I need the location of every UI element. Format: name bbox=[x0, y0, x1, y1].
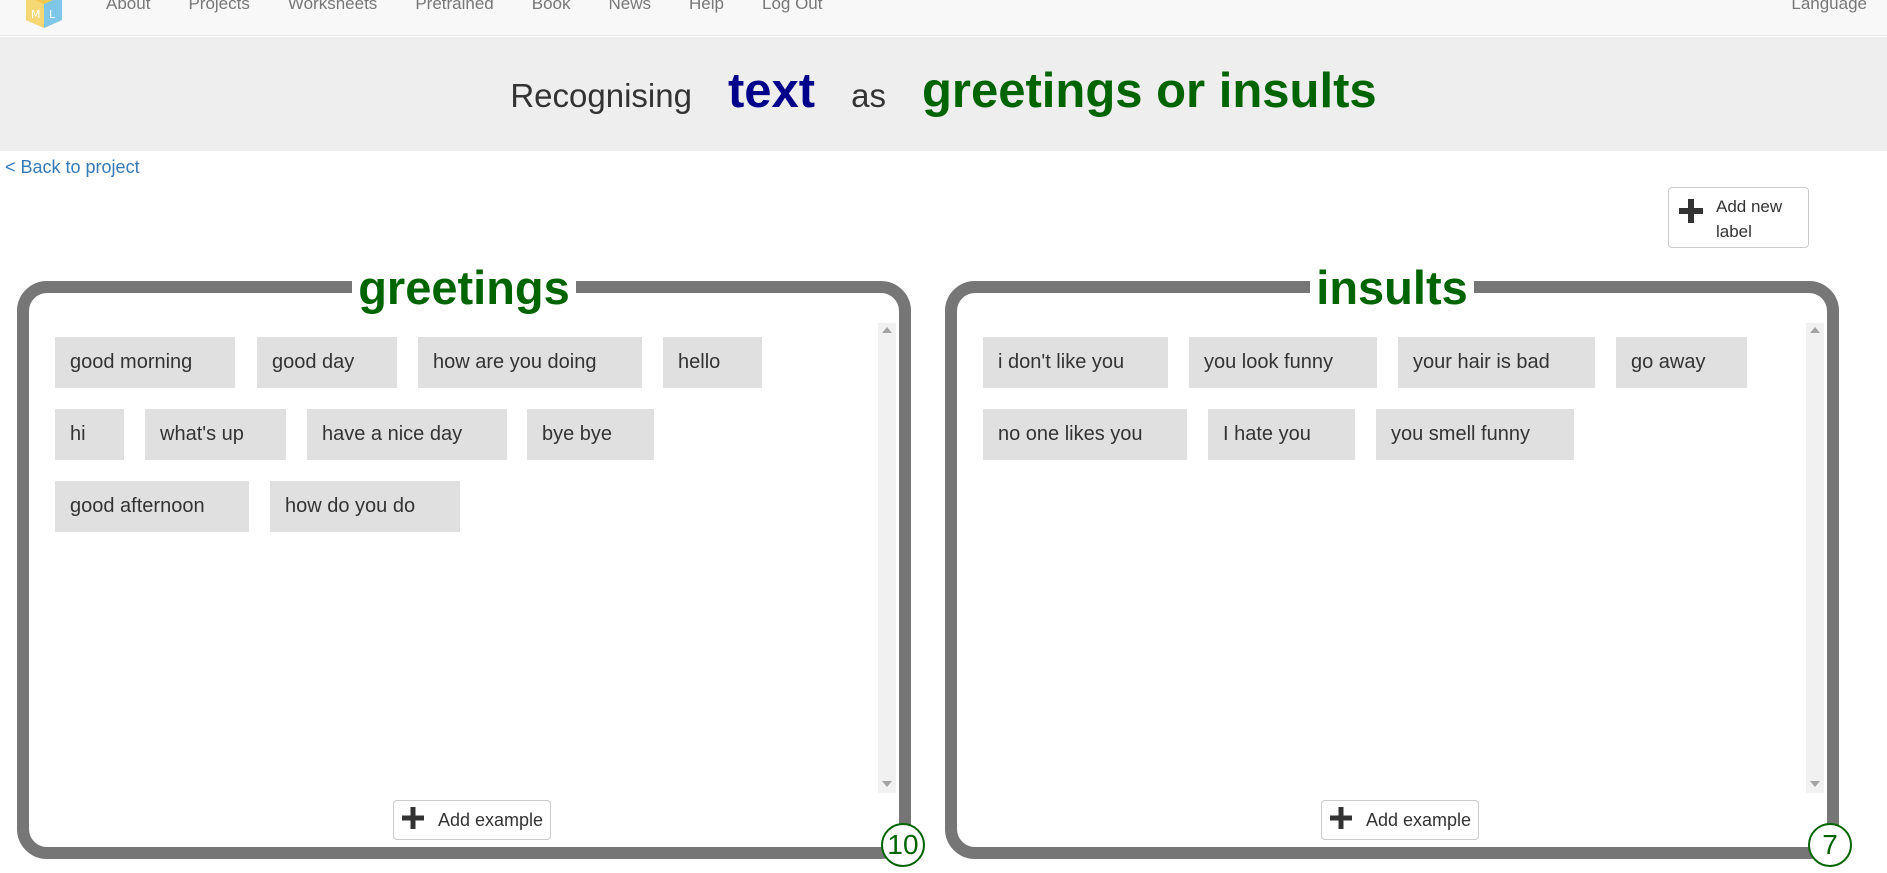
label-panel-greetings: greetings good morning good day how are … bbox=[17, 261, 925, 867]
nav-logout[interactable]: Log Out bbox=[762, 0, 823, 14]
add-new-label-text: Add new label bbox=[1716, 197, 1783, 241]
scroll-up-arrow-icon[interactable] bbox=[1810, 327, 1820, 333]
banner-project-name: greetings or insults bbox=[921, 64, 1377, 118]
nav-help[interactable]: Help bbox=[689, 0, 724, 14]
example-item[interactable]: good day bbox=[257, 337, 397, 388]
add-example-text: Add example bbox=[1366, 810, 1472, 830]
banner-as: as bbox=[851, 77, 886, 114]
add-new-label-button[interactable]: Add new label bbox=[1668, 187, 1809, 248]
plus-icon bbox=[1679, 199, 1703, 223]
example-item[interactable]: good morning bbox=[55, 337, 235, 388]
svg-text:M: M bbox=[31, 8, 41, 21]
examples-scrollbar[interactable] bbox=[878, 323, 896, 793]
nav-projects[interactable]: Projects bbox=[188, 0, 249, 14]
example-count-badge: 10 bbox=[881, 823, 925, 867]
example-item[interactable]: what's up bbox=[145, 409, 286, 460]
project-banner: Recognising text as greetings or insults bbox=[0, 37, 1887, 151]
banner-project-type: text bbox=[727, 64, 816, 118]
add-example-button[interactable]: Add example bbox=[393, 800, 551, 840]
plus-icon bbox=[402, 807, 424, 829]
example-item[interactable]: you smell funny bbox=[1376, 409, 1574, 460]
label-title: greetings bbox=[352, 261, 576, 314]
label-title: insults bbox=[1310, 261, 1474, 314]
nav-about[interactable]: About bbox=[106, 0, 150, 14]
back-to-project-link[interactable]: < Back to project bbox=[5, 157, 140, 178]
nav-worksheets[interactable]: Worksheets bbox=[288, 0, 377, 14]
nav-book[interactable]: Book bbox=[532, 0, 571, 14]
example-item[interactable]: i don't like you bbox=[983, 337, 1168, 388]
example-item[interactable]: go away bbox=[1616, 337, 1747, 388]
example-item[interactable]: how do you do bbox=[270, 481, 460, 532]
top-navbar: M L About Projects Worksheets Pretrained… bbox=[0, 0, 1887, 36]
svg-text:L: L bbox=[49, 8, 56, 21]
examples-scrollbar[interactable] bbox=[1806, 323, 1824, 793]
example-item[interactable]: good afternoon bbox=[55, 481, 249, 532]
example-count-badge: 7 bbox=[1808, 823, 1852, 867]
banner-recognising: Recognising bbox=[510, 77, 692, 114]
plus-icon bbox=[1330, 807, 1352, 829]
example-item[interactable]: have a nice day bbox=[307, 409, 507, 460]
nav-news[interactable]: News bbox=[609, 0, 652, 14]
example-item[interactable]: no one likes you bbox=[983, 409, 1187, 460]
label-panel-insults: insults i don't like you you look funny … bbox=[945, 261, 1852, 867]
example-item[interactable]: hello bbox=[663, 337, 762, 388]
example-item[interactable]: your hair is bad bbox=[1398, 337, 1595, 388]
nav-pretrained[interactable]: Pretrained bbox=[415, 0, 493, 14]
ml-logo-icon[interactable]: M L bbox=[22, 0, 66, 30]
scroll-down-arrow-icon[interactable] bbox=[1810, 781, 1820, 787]
nav-language[interactable]: Language bbox=[1791, 0, 1867, 14]
scroll-down-arrow-icon[interactable] bbox=[882, 781, 892, 787]
example-item[interactable]: how are you doing bbox=[418, 337, 642, 388]
example-item[interactable]: bye bye bbox=[527, 409, 654, 460]
add-example-text: Add example bbox=[438, 810, 544, 830]
example-item[interactable]: hi bbox=[55, 409, 124, 460]
example-item[interactable]: I hate you bbox=[1208, 409, 1355, 460]
scroll-up-arrow-icon[interactable] bbox=[882, 327, 892, 333]
add-example-button[interactable]: Add example bbox=[1321, 800, 1479, 840]
example-item[interactable]: you look funny bbox=[1189, 337, 1377, 388]
